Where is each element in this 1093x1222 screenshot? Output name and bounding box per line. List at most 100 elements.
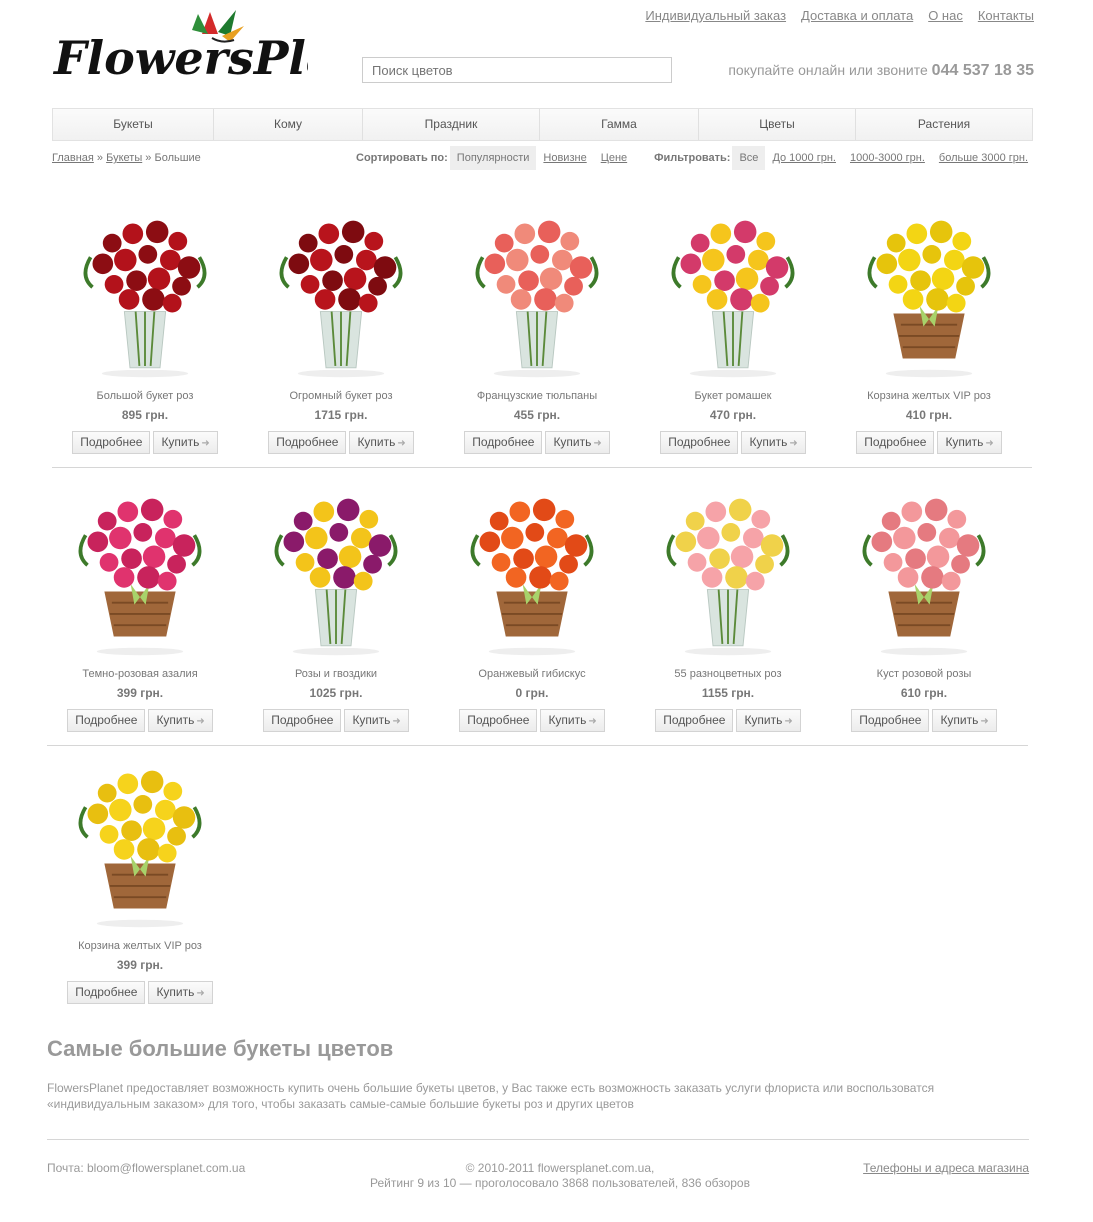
product-image[interactable]	[658, 195, 808, 385]
product-name[interactable]: Французские тюльпаны	[449, 390, 625, 404]
product-price: 470 грн.	[709, 408, 757, 422]
site-logo[interactable]: FlowersPlanet	[52, 6, 420, 101]
product-name[interactable]: Куст розовой розы	[836, 668, 1012, 682]
product-card: Оранжевый гибискус 0 грн. Подробнее Купить ➜	[444, 473, 620, 732]
breadcrumb-current: Большие	[154, 152, 201, 164]
buy-button[interactable]: Купить ➜	[736, 709, 801, 732]
nav-item-plants[interactable]: Растения	[856, 109, 1032, 140]
product-name[interactable]: Розы и гвоздики	[248, 668, 424, 682]
product-actions: Подробнее Купить ➜	[640, 709, 816, 732]
sort-option-popularity[interactable]: Популярности	[449, 146, 537, 170]
product-price: 399 грн.	[116, 958, 164, 972]
filter-label: Фильтровать:	[654, 152, 731, 164]
top-link-contacts[interactable]: Контакты	[978, 8, 1034, 23]
filter-option-1000-3000[interactable]: 1000-3000 грн.	[843, 146, 932, 170]
breadcrumb-section[interactable]: Букеты	[106, 152, 142, 164]
buy-button[interactable]: Купить ➜	[344, 709, 409, 732]
buy-button[interactable]: Купить ➜	[349, 431, 414, 454]
breadcrumb-separator: »	[93, 152, 107, 164]
buy-button-label: Купить	[357, 435, 396, 449]
details-button[interactable]: Подробнее	[464, 431, 543, 454]
sort-option-newest[interactable]: Новизне	[536, 146, 593, 170]
buy-button[interactable]: Купить ➜	[932, 709, 997, 732]
buy-button-label: Купить	[156, 985, 195, 999]
arrow-right-icon: ➜	[196, 716, 205, 727]
details-button[interactable]: Подробнее	[72, 431, 151, 454]
buy-button[interactable]: Купить ➜	[148, 709, 213, 732]
details-button[interactable]: Подробнее	[268, 431, 347, 454]
buy-button[interactable]: Купить ➜	[153, 431, 218, 454]
row-divider	[47, 745, 1028, 746]
product-image[interactable]	[854, 195, 1004, 385]
buy-button-label: Купить	[744, 713, 783, 727]
buy-button[interactable]: Купить ➜	[545, 431, 610, 454]
product-card: Куст розовой розы 610 грн. Подробнее Купить…	[836, 473, 1012, 732]
footer-stores-link[interactable]: Телефоны и адреса магазина	[863, 1161, 1029, 1175]
product-price: 399 грн.	[116, 686, 164, 700]
nav-item-recipient[interactable]: Кому	[214, 109, 363, 140]
product-name[interactable]: Букет ромашек	[645, 390, 821, 404]
product-price: 1025 грн.	[309, 686, 363, 700]
product-price: 1155 грн.	[701, 686, 755, 700]
product-name[interactable]: Темно-розовая азалия	[52, 668, 228, 682]
product-image[interactable]	[65, 473, 215, 663]
buy-button[interactable]: Купить ➜	[741, 431, 806, 454]
buy-button[interactable]: Купить ➜	[148, 981, 213, 1004]
product-card: Розы и гвоздики 1025 грн. Подробнее Купить ➜	[248, 473, 424, 732]
filter-option-over-3000[interactable]: больше 3000 грн.	[932, 146, 1035, 170]
nav-item-bouquets[interactable]: Букеты	[53, 109, 214, 140]
details-button[interactable]: Подробнее	[851, 709, 930, 732]
product-price: 0 грн.	[515, 686, 549, 700]
filter-option-all[interactable]: Все	[732, 146, 766, 170]
buy-button[interactable]: Купить ➜	[540, 709, 605, 732]
buy-button-label: Купить	[749, 435, 788, 449]
product-price: 610 грн.	[900, 686, 948, 700]
details-button[interactable]: Подробнее	[856, 431, 935, 454]
details-button[interactable]: Подробнее	[67, 981, 146, 1004]
product-image[interactable]	[266, 195, 416, 385]
details-button[interactable]: Подробнее	[655, 709, 734, 732]
product-image[interactable]	[65, 745, 215, 935]
product-name[interactable]: 55 разноцветных роз	[640, 668, 816, 682]
filter-option-under-1000[interactable]: До 1000 грн.	[765, 146, 843, 170]
search-input[interactable]	[362, 57, 672, 83]
breadcrumb: Главная » Букеты » Большие	[52, 152, 201, 164]
product-actions: Подробнее Купить ➜	[248, 709, 424, 732]
breadcrumb-separator: »	[142, 152, 155, 164]
sort-option-price[interactable]: Цене	[594, 146, 634, 170]
product-image[interactable]	[462, 195, 612, 385]
product-image[interactable]	[849, 473, 999, 663]
details-button[interactable]: Подробнее	[67, 709, 146, 732]
product-name[interactable]: Оранжевый гибискус	[444, 668, 620, 682]
breadcrumb-home[interactable]: Главная	[52, 152, 94, 164]
arrow-right-icon: ➜	[196, 988, 205, 999]
top-link-delivery[interactable]: Доставка и оплата	[801, 8, 913, 23]
product-name[interactable]: Большой букет роз	[57, 390, 233, 404]
header-tagline: покупайте онлайн или звоните 044 537 18 …	[728, 62, 1034, 80]
product-price: 1715 грн.	[314, 408, 368, 422]
product-image[interactable]	[457, 473, 607, 663]
top-link-custom-order[interactable]: Индивидуальный заказ	[645, 8, 786, 23]
product-image[interactable]	[261, 473, 411, 663]
nav-item-palette[interactable]: Гамма	[540, 109, 699, 140]
product-image[interactable]	[653, 473, 803, 663]
product-name[interactable]: Корзина желтых VIP роз	[841, 390, 1017, 404]
details-button[interactable]: Подробнее	[263, 709, 342, 732]
buy-button[interactable]: Купить ➜	[937, 431, 1002, 454]
details-button[interactable]: Подробнее	[459, 709, 538, 732]
product-card: Корзина желтых VIP роз 399 грн. Подробнее К…	[52, 745, 228, 1004]
top-link-about[interactable]: О нас	[928, 8, 963, 23]
tagline-text: покупайте онлайн или звоните	[728, 62, 928, 78]
phone-number: 044 537 18 35	[931, 62, 1034, 79]
product-image[interactable]	[70, 195, 220, 385]
product-actions: Подробнее Купить ➜	[645, 431, 821, 454]
nav-item-flowers[interactable]: Цветы	[699, 109, 856, 140]
footer-rating: Рейтинг 9 из 10 — проголосовало 3868 пол…	[370, 1176, 750, 1190]
details-button[interactable]: Подробнее	[660, 431, 739, 454]
arrow-right-icon: ➜	[789, 438, 798, 449]
product-name[interactable]: Огромный букет роз	[253, 390, 429, 404]
product-card: Огромный букет роз 1715 грн. Подробнее Купи…	[253, 195, 429, 454]
nav-item-holiday[interactable]: Праздник	[363, 109, 540, 140]
product-name[interactable]: Корзина желтых VIP роз	[52, 940, 228, 954]
arrow-right-icon: ➜	[201, 438, 210, 449]
